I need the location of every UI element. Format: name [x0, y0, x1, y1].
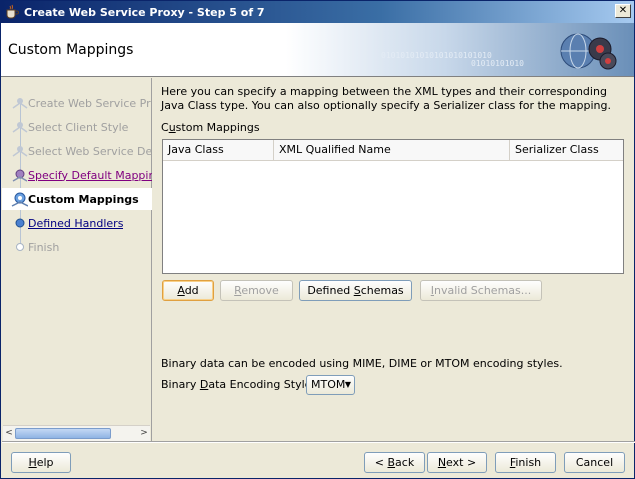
table-header: Java Class XML Qualified Name Serializer… [163, 140, 623, 161]
step-done-icon [2, 140, 28, 162]
intro-text: Here you can specify a mapping between t… [161, 85, 611, 112]
nav-step-create-web-service-proxy: Create Web Service Proxy [2, 92, 152, 114]
nav-step-label: Select Web Service Description [28, 144, 152, 158]
step-pending-icon [2, 236, 28, 258]
wizard-steps-nav: Create Web Service Proxy Select Client S… [2, 78, 152, 441]
scroll-left-icon[interactable]: < [3, 427, 15, 440]
encoding-style-label: Binary Data Encoding Style: [161, 378, 316, 391]
nav-step-select-web-service-description: Select Web Service Description [2, 140, 152, 162]
help-button[interactable]: Help [11, 452, 71, 473]
custom-mappings-label: Custom Mappings [161, 121, 260, 134]
content-panel: Here you can specify a mapping between t… [153, 78, 634, 441]
mappings-table[interactable]: Java Class XML Qualified Name Serializer… [162, 139, 624, 274]
finish-button[interactable]: Finish [495, 452, 556, 473]
coffee-cup-icon [6, 4, 19, 19]
next-button[interactable]: Next > [427, 452, 487, 473]
nav-step-label: Select Client Style [28, 120, 129, 134]
nav-horizontal-scrollbar[interactable]: < > [3, 425, 150, 441]
nav-step-label: Custom Mappings [28, 192, 139, 206]
nav-step-select-client-style: Select Client Style [2, 116, 152, 138]
nav-step-label: Finish [28, 240, 60, 254]
nav-step-custom-mappings[interactable]: Custom Mappings [2, 188, 152, 210]
header-banner: Custom Mappings 01010101010101010101010 … [1, 23, 634, 77]
window-title: Create Web Service Proxy - Step 5 of 7 [24, 5, 265, 19]
binary-data-info: Binary data can be encoded using MIME, D… [161, 357, 563, 370]
step-next-icon [2, 212, 28, 234]
back-button[interactable]: < Back [364, 452, 425, 473]
defined-schemas-button[interactable]: Defined Schemas [299, 280, 412, 301]
remove-button[interactable]: Remove [220, 280, 293, 301]
page-title: Custom Mappings [8, 42, 134, 58]
close-icon: ✕ [618, 5, 628, 16]
nav-step-label: Specify Default Mapping Options [28, 168, 152, 182]
step-done-icon [2, 116, 28, 138]
title-bar: Create Web Service Proxy - Step 5 of 7 ✕ [1, 1, 634, 23]
footer-separator-highlight [2, 442, 635, 443]
invalid-schemas-button[interactable]: Invalid Schemas... [420, 280, 542, 301]
close-button[interactable]: ✕ [615, 4, 631, 18]
web-service-globe-icon [560, 33, 617, 70]
column-header-serializer-class[interactable]: Serializer Class [510, 140, 623, 160]
cancel-button[interactable]: Cancel [564, 452, 625, 473]
scrollbar-thumb[interactable] [15, 428, 111, 439]
nav-step-finish: Finish [2, 236, 152, 258]
step-visited-icon [2, 164, 28, 186]
step-current-icon [2, 188, 29, 210]
add-button[interactable]: Add [162, 280, 214, 301]
chevron-down-icon: ▼ [344, 380, 351, 389]
nav-step-defined-handlers[interactable]: Defined Handlers [2, 212, 152, 234]
column-header-xml-qualified-name[interactable]: XML Qualified Name [274, 140, 510, 160]
encoding-style-value: MTOM [311, 378, 346, 391]
wizard-window: Create Web Service Proxy - Step 5 of 7 ✕… [0, 0, 635, 479]
banner-binary-text-2: 01010101010 [471, 59, 524, 68]
nav-step-specify-default-mapping[interactable]: Specify Default Mapping Options [2, 164, 152, 186]
encoding-style-select[interactable]: MTOM ▼ [306, 375, 355, 395]
scroll-right-icon[interactable]: > [138, 427, 150, 440]
step-done-icon [2, 92, 28, 114]
column-header-java-class[interactable]: Java Class [163, 140, 274, 160]
nav-step-label: Create Web Service Proxy [28, 96, 152, 110]
nav-step-label: Defined Handlers [28, 216, 124, 230]
